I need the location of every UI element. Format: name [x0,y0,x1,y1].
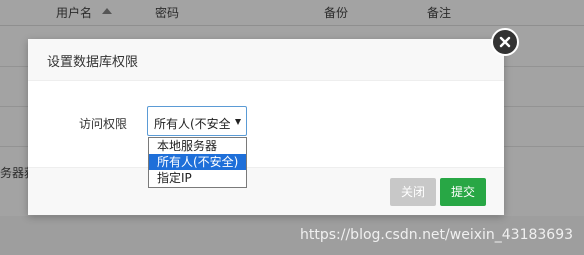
submit-button[interactable]: 提交 [440,178,486,206]
modal-header: 设置数据库权限 [28,39,504,81]
close-button[interactable]: 关闭 [390,178,436,206]
column-header-backup: 备份 [324,6,349,20]
modal-title: 设置数据库权限 [47,55,139,70]
table-header: 用户名 密码 备份 备注 [0,0,584,26]
dropdown-option-specified-ip[interactable]: 指定IP [149,170,246,186]
access-permission-label: 访问权限 [79,117,128,131]
sort-up-icon [102,8,112,14]
dropdown-option-local-server[interactable]: 本地服务器 [149,138,246,154]
modal-close-button[interactable] [491,28,519,56]
column-header-remark: 备注 [427,6,452,20]
close-icon [499,36,511,48]
permission-modal: 设置数据库权限 访问权限 所有人(不安全) 本地服务器 所有人(不安全) 指定I… [28,39,504,215]
dropdown-option-everyone[interactable]: 所有人(不安全) [149,154,246,170]
permission-dropdown: 本地服务器 所有人(不安全) 指定IP [148,137,247,188]
column-header-username: 用户名 [56,6,93,20]
column-header-password: 密码 [155,6,180,20]
modal-footer: 关闭 提交 [28,167,504,215]
access-permission-select[interactable]: 所有人(不安全) [147,106,247,136]
chevron-down-icon [235,119,241,125]
watermark-text: https://blog.csdn.net/weixin_43183693 [300,227,574,243]
select-value: 所有人(不安全) [154,117,230,131]
